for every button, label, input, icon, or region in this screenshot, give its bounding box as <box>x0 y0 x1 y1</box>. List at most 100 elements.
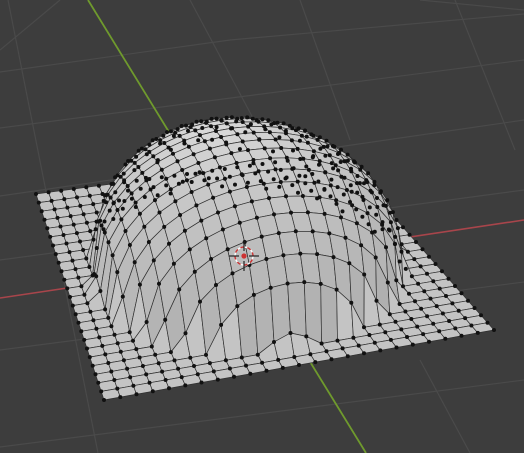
mesh-vertex[interactable] <box>319 341 324 346</box>
mesh-vertex[interactable] <box>175 159 180 164</box>
mesh-vertex[interactable] <box>230 271 235 276</box>
mesh-vertex[interactable] <box>405 249 410 254</box>
mesh-vertex[interactable] <box>297 173 302 178</box>
mesh-vertex[interactable] <box>292 355 297 359</box>
mesh-vertex[interactable] <box>410 342 415 347</box>
mesh-vertex[interactable] <box>59 269 64 274</box>
mesh-vertex[interactable] <box>375 196 379 200</box>
mesh-vertex[interactable] <box>49 198 54 203</box>
mesh-vertex[interactable] <box>348 200 352 204</box>
mesh-vertex[interactable] <box>93 372 98 377</box>
mesh-vertex[interactable] <box>179 375 184 380</box>
mesh-vertex[interactable] <box>322 211 327 216</box>
mesh-vertex[interactable] <box>158 138 163 143</box>
mesh-vertex[interactable] <box>64 241 69 246</box>
mesh-vertex[interactable] <box>440 269 444 274</box>
mesh-vertex[interactable] <box>185 172 189 176</box>
mesh-vertex[interactable] <box>380 227 385 232</box>
mesh-vertex[interactable] <box>110 253 115 258</box>
mesh-vertex[interactable] <box>157 281 161 286</box>
mesh-vertex[interactable] <box>394 278 399 283</box>
mesh-vertex[interactable] <box>171 261 176 266</box>
mesh-vertex[interactable] <box>123 162 128 167</box>
mesh-vertex[interactable] <box>335 338 340 343</box>
mesh-vertex[interactable] <box>246 124 251 129</box>
mesh-vertex[interactable] <box>91 318 96 323</box>
mesh-vertex[interactable] <box>65 205 70 210</box>
mesh-vertex[interactable] <box>164 176 169 181</box>
mesh-vertex[interactable] <box>372 179 377 184</box>
mesh-vertex[interactable] <box>329 177 334 182</box>
mesh-vertex[interactable] <box>463 316 468 321</box>
mesh-vertex[interactable] <box>366 222 371 227</box>
mesh-vertex[interactable] <box>153 198 157 203</box>
mesh-face[interactable] <box>320 283 338 344</box>
mesh-vertex[interactable] <box>388 220 393 225</box>
mesh-vertex[interactable] <box>132 168 137 173</box>
mesh-vertex[interactable] <box>425 271 429 276</box>
mesh-vertex[interactable] <box>247 163 252 168</box>
mesh-vertex[interactable] <box>317 195 322 200</box>
mesh-vertex[interactable] <box>211 369 216 374</box>
mesh-vertex[interactable] <box>112 332 117 337</box>
mesh-vertex[interactable] <box>405 335 409 339</box>
mesh-vertex[interactable] <box>139 146 144 151</box>
mesh-vertex[interactable] <box>273 137 278 142</box>
mesh-vertex[interactable] <box>137 282 142 287</box>
mesh-vertex[interactable] <box>378 348 383 353</box>
mesh-vertex[interactable] <box>202 139 207 144</box>
mesh-vertex[interactable] <box>323 153 328 158</box>
mesh-vertex[interactable] <box>390 210 395 215</box>
mesh-vertex[interactable] <box>219 118 224 123</box>
mesh-vertex[interactable] <box>103 352 108 357</box>
mesh-vertex[interactable] <box>289 138 294 143</box>
mesh-vertex[interactable] <box>392 241 397 246</box>
mesh-vertex[interactable] <box>189 180 194 184</box>
mesh-vertex[interactable] <box>160 369 165 374</box>
mesh-vertex[interactable] <box>151 258 156 263</box>
mesh-vertex[interactable] <box>475 330 480 335</box>
mesh-vertex[interactable] <box>450 301 455 306</box>
mesh-vertex[interactable] <box>329 161 334 166</box>
mesh-vertex[interactable] <box>167 386 171 391</box>
mesh-vertex[interactable] <box>331 255 336 260</box>
mesh-vertex[interactable] <box>318 281 323 286</box>
mesh-vertex[interactable] <box>127 243 132 247</box>
mesh-vertex[interactable] <box>91 237 96 242</box>
mesh-vertex[interactable] <box>207 361 212 366</box>
mesh-vertex[interactable] <box>126 188 130 193</box>
mesh-vertex[interactable] <box>258 179 263 184</box>
mesh-vertex[interactable] <box>150 138 155 143</box>
mesh-vertex[interactable] <box>147 380 152 385</box>
mesh-vertex[interactable] <box>210 168 215 173</box>
mesh-vertex[interactable] <box>295 179 300 184</box>
mesh-vertex[interactable] <box>427 339 431 344</box>
mesh-vertex[interactable] <box>296 190 300 195</box>
mesh-vertex[interactable] <box>62 277 67 282</box>
mesh-vertex[interactable] <box>210 137 215 142</box>
mesh-vertex[interactable] <box>96 183 101 188</box>
mesh-vertex[interactable] <box>362 325 366 330</box>
mesh-vertex[interactable] <box>102 398 106 402</box>
mesh-vertex[interactable] <box>219 135 224 139</box>
mesh-vertex[interactable] <box>453 284 457 288</box>
mesh-vertex[interactable] <box>158 141 163 146</box>
mesh-vertex[interactable] <box>142 195 147 199</box>
mesh-vertex[interactable] <box>133 200 138 205</box>
mesh-vertex[interactable] <box>388 337 393 342</box>
mesh-vertex[interactable] <box>415 324 420 329</box>
mesh-vertex[interactable] <box>129 191 134 196</box>
mesh-vertex[interactable] <box>409 274 414 279</box>
mesh-vertex[interactable] <box>149 344 154 349</box>
mesh-vertex[interactable] <box>107 208 112 213</box>
mesh-vertex[interactable] <box>128 375 133 380</box>
mesh-vertex[interactable] <box>259 234 264 239</box>
mesh-vertex[interactable] <box>84 220 89 225</box>
mesh-vertex[interactable] <box>360 214 365 219</box>
mesh-vertex[interactable] <box>466 298 470 303</box>
mesh-vertex[interactable] <box>387 228 392 233</box>
mesh-vertex[interactable] <box>192 269 197 274</box>
mesh-vertex[interactable] <box>333 163 338 168</box>
mesh-vertex[interactable] <box>56 260 61 265</box>
mesh-vertex[interactable] <box>115 208 120 212</box>
